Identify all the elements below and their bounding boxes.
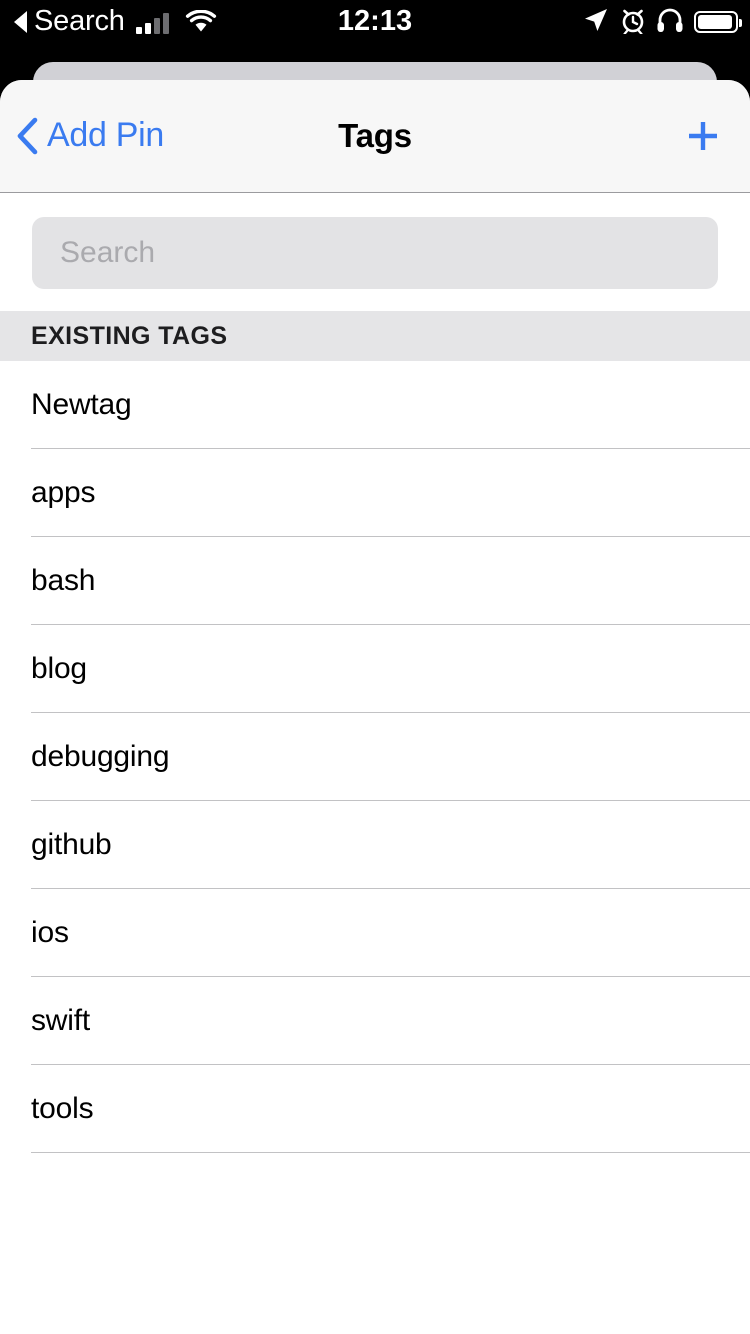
table-row[interactable]: apps <box>0 449 750 537</box>
section-header-label: EXISTING TAGS <box>31 321 228 350</box>
status-bar-clock: 12:13 <box>337 4 413 37</box>
tag-label: debugging <box>31 740 170 773</box>
status-bar: Search 12:13 <box>0 0 750 44</box>
tag-label: Newtag <box>31 388 132 421</box>
add-tag-button[interactable] <box>682 80 724 192</box>
table-row[interactable]: blog <box>0 625 750 713</box>
table-row[interactable]: Newtag <box>0 361 750 449</box>
tag-label: tools <box>31 1092 94 1125</box>
tag-label: ios <box>31 916 69 949</box>
navigation-bar: Add Pin Tags <box>0 80 750 193</box>
existing-tags-list: Newtag apps bash blog debugging github i… <box>0 361 750 1153</box>
search-input[interactable] <box>32 217 718 289</box>
plus-icon <box>682 115 724 157</box>
table-row[interactable]: ios <box>0 889 750 977</box>
battery-full-icon <box>694 11 742 33</box>
tags-modal-card: Add Pin Tags EXISTING TAGS <box>0 80 750 1334</box>
tag-label: github <box>31 828 112 861</box>
alarm-clock-icon <box>620 6 646 39</box>
table-row[interactable]: bash <box>0 537 750 625</box>
search-bar-container <box>0 193 750 311</box>
table-row[interactable]: swift <box>0 977 750 1065</box>
headphones-icon <box>656 7 684 38</box>
location-arrow-icon <box>582 6 610 39</box>
table-row[interactable]: tools <box>0 1065 750 1153</box>
page-title-label: Tags <box>338 117 412 154</box>
tag-label: apps <box>31 476 96 509</box>
section-header-existing-tags: EXISTING TAGS <box>0 311 750 361</box>
tag-label: blog <box>31 652 87 685</box>
table-row[interactable]: debugging <box>0 713 750 801</box>
list-empty-area <box>0 1153 750 1333</box>
phone-screen: Search 12:13 Add Pin Tags Search EXISTIN… <box>0 0 750 1334</box>
tag-label: bash <box>31 564 96 597</box>
page-title: Tags <box>0 80 750 192</box>
tag-label: swift <box>31 1004 91 1037</box>
status-bar-right <box>582 0 742 44</box>
table-row[interactable]: github <box>0 801 750 889</box>
